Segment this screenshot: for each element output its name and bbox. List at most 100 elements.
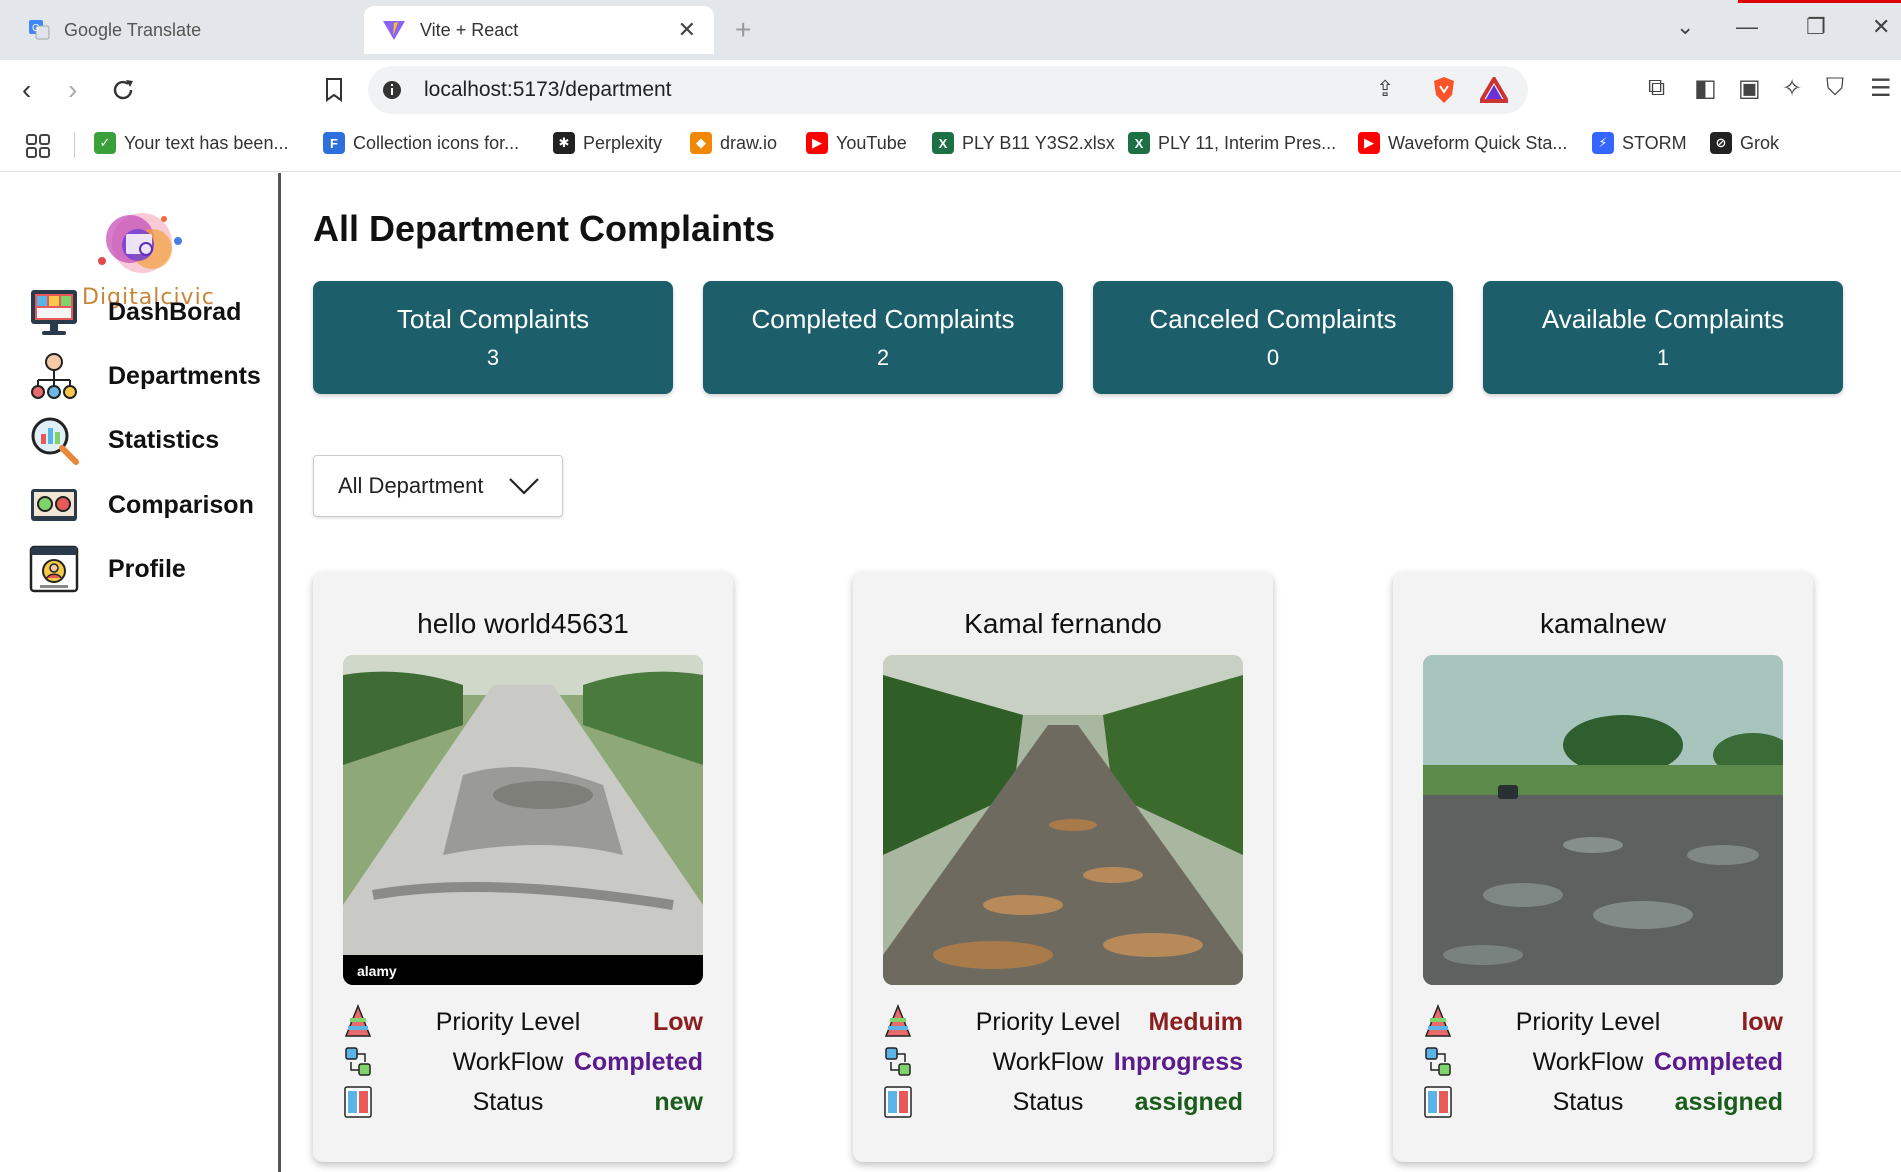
bookmark-item[interactable]: ▶ Waveform Quick Sta... — [1358, 132, 1567, 154]
workflow-value: Inprogress — [1113, 1047, 1243, 1076]
bookmark-item[interactable]: ⊘ Grok — [1710, 132, 1779, 154]
comparison-icon — [31, 489, 77, 521]
tab-google-translate[interactable]: G Google Translate — [10, 6, 360, 54]
google-translate-icon: G — [29, 20, 50, 40]
complaint-photo[interactable] — [883, 655, 1243, 985]
status-icon — [344, 1086, 372, 1118]
window-accent — [1738, 0, 1901, 3]
priority-label: Priority Level — [1515, 1007, 1661, 1036]
sidebar-item-label: Departments — [108, 361, 261, 390]
restore-icon[interactable]: ❐ — [1806, 14, 1826, 40]
complaint-photo[interactable]: alamy — [343, 655, 703, 985]
status-value: assigned — [1674, 1087, 1783, 1116]
complaint-card[interactable]: hello world45631 alamy Priority Level Lo… — [313, 572, 733, 1162]
complaint-card[interactable]: Kamal fernando Priority Level Meduim Wor… — [853, 572, 1273, 1162]
stat-card-canceled: Canceled Complaints 0 — [1093, 281, 1453, 394]
sidebar-item-statistics[interactable]: Statistics — [28, 414, 219, 466]
status-value: assigned — [1134, 1087, 1243, 1116]
bookmark-item[interactable]: ✓ Your text has been... — [94, 132, 288, 154]
forward-icon[interactable]: › — [68, 74, 77, 106]
extensions-icon[interactable]: ⧉ — [1648, 74, 1665, 102]
bookmark-item[interactable]: ◆ draw.io — [690, 132, 777, 154]
apps-grid-icon[interactable] — [26, 134, 50, 158]
stat-value: 1 — [1656, 345, 1670, 370]
status-icon — [884, 1086, 912, 1118]
sidebar-item-label: DashBorad — [108, 297, 242, 326]
priority-label: Priority Level — [975, 1007, 1121, 1036]
leo-ai-icon[interactable]: ✧ — [1782, 74, 1802, 103]
workflow-icon — [885, 1047, 911, 1076]
close-window-icon[interactable]: ✕ — [1872, 14, 1890, 40]
status-row: Status assigned — [1423, 1084, 1783, 1120]
bookmark-item[interactable]: ✱ Perplexity — [553, 132, 662, 154]
priority-pyramid-icon — [1424, 1004, 1452, 1037]
complaint-title: Kamal fernando — [964, 608, 1162, 639]
svg-text:G: G — [32, 23, 40, 34]
priority-value: Meduim — [1148, 1007, 1243, 1036]
chevron-down-icon — [508, 478, 539, 495]
stat-value: 0 — [1266, 345, 1280, 370]
stat-card-completed: Completed Complaints 2 — [703, 281, 1063, 394]
brave-rewards-icon[interactable] — [1480, 77, 1508, 103]
grok-icon: ⊘ — [1710, 132, 1732, 154]
share-icon[interactable]: ⇪ — [1376, 76, 1394, 102]
bookmark-label: Waveform Quick Sta... — [1388, 132, 1568, 153]
bookmark-item[interactable]: F Collection icons for... — [323, 132, 519, 154]
stat-card-available: Available Complaints 1 — [1483, 281, 1843, 394]
workflow-row: WorkFlow Completed — [343, 1044, 703, 1080]
bookmark-label: PLY 11, Interim Pres... — [1158, 132, 1337, 153]
departments-icon — [31, 353, 77, 399]
menu-icon[interactable]: ☰ — [1870, 74, 1892, 103]
status-row: Status assigned — [883, 1084, 1243, 1120]
wallet-icon[interactable]: ▣ — [1738, 74, 1761, 103]
sidebar-toggle-icon[interactable]: ◧ — [1694, 74, 1717, 103]
bookmark-label: Grok — [1740, 132, 1780, 153]
bookmark-item[interactable]: X PLY 11, Interim Pres... — [1128, 132, 1336, 154]
stat-label: Total Complaints — [396, 304, 590, 334]
bookmark-item[interactable]: ⚡ STORM — [1592, 132, 1687, 154]
bookmark-item[interactable]: X PLY B11 Y3S2.xlsx — [932, 132, 1115, 154]
stat-label: Canceled Complaints — [1149, 304, 1397, 334]
back-icon[interactable]: ‹ — [22, 74, 31, 106]
sidebar-item-profile[interactable]: Profile — [28, 543, 186, 595]
flaticon-icon: F — [323, 132, 345, 154]
new-tab-icon[interactable]: + — [735, 14, 751, 46]
sidebar-item-label: Statistics — [108, 425, 220, 454]
youtube-icon: ▶ — [1358, 132, 1380, 154]
url-host: localhost — [424, 78, 507, 101]
bookmark-label: PLY B11 Y3S2.xlsx — [962, 132, 1115, 153]
sidebar-item-comparison[interactable]: Comparison — [28, 479, 254, 531]
department-filter-dropdown[interactable]: All Department — [313, 455, 563, 517]
drawio-icon: ◆ — [690, 132, 712, 154]
sidebar-item-departments[interactable]: Departments — [28, 350, 261, 402]
stat-label: Available Complaints — [1541, 304, 1785, 334]
priority-value: low — [1741, 1007, 1783, 1036]
page-title: All Department Complaints — [313, 208, 776, 249]
reload-icon[interactable] — [110, 77, 136, 103]
bookmarks-divider — [74, 132, 75, 158]
bookmark-label: Collection icons for... — [353, 132, 520, 153]
tab-vite-react[interactable]: Vite + React ✕ — [364, 6, 714, 54]
url-bar[interactable]: localhost:5173/department ⇪ — [368, 66, 1528, 114]
close-tab-icon[interactable]: ✕ — [678, 17, 696, 43]
statistics-icon — [31, 417, 79, 465]
vpn-icon[interactable]: ⛉ — [1826, 74, 1844, 102]
complaint-card[interactable]: kamalnew Priority Level low WorkFlow Com… — [1393, 572, 1813, 1162]
minimize-icon[interactable]: — — [1736, 14, 1758, 40]
bookmark-item[interactable]: ▶ YouTube — [806, 132, 907, 154]
url-text: localhost:5173/department — [424, 78, 672, 102]
sidebar-item-dashboard[interactable]: DashBorad — [28, 286, 241, 338]
brave-shield-icon[interactable] — [1431, 76, 1457, 104]
tab-title: Vite + React — [420, 19, 519, 40]
youtube-icon: ▶ — [806, 132, 828, 154]
bookmark-icon[interactable] — [323, 77, 345, 103]
site-info-icon[interactable] — [382, 80, 402, 100]
dashboard-icon — [31, 290, 77, 335]
bookmark-label: STORM — [1622, 132, 1687, 153]
workflow-row: WorkFlow Inprogress — [883, 1044, 1243, 1080]
complaint-photo[interactable] — [1423, 655, 1783, 985]
stat-value: 2 — [876, 345, 890, 370]
tab-search-icon[interactable]: ⌄ — [1676, 14, 1694, 40]
vite-icon — [383, 21, 405, 40]
sidebar-item-label: Comparison — [108, 490, 254, 519]
